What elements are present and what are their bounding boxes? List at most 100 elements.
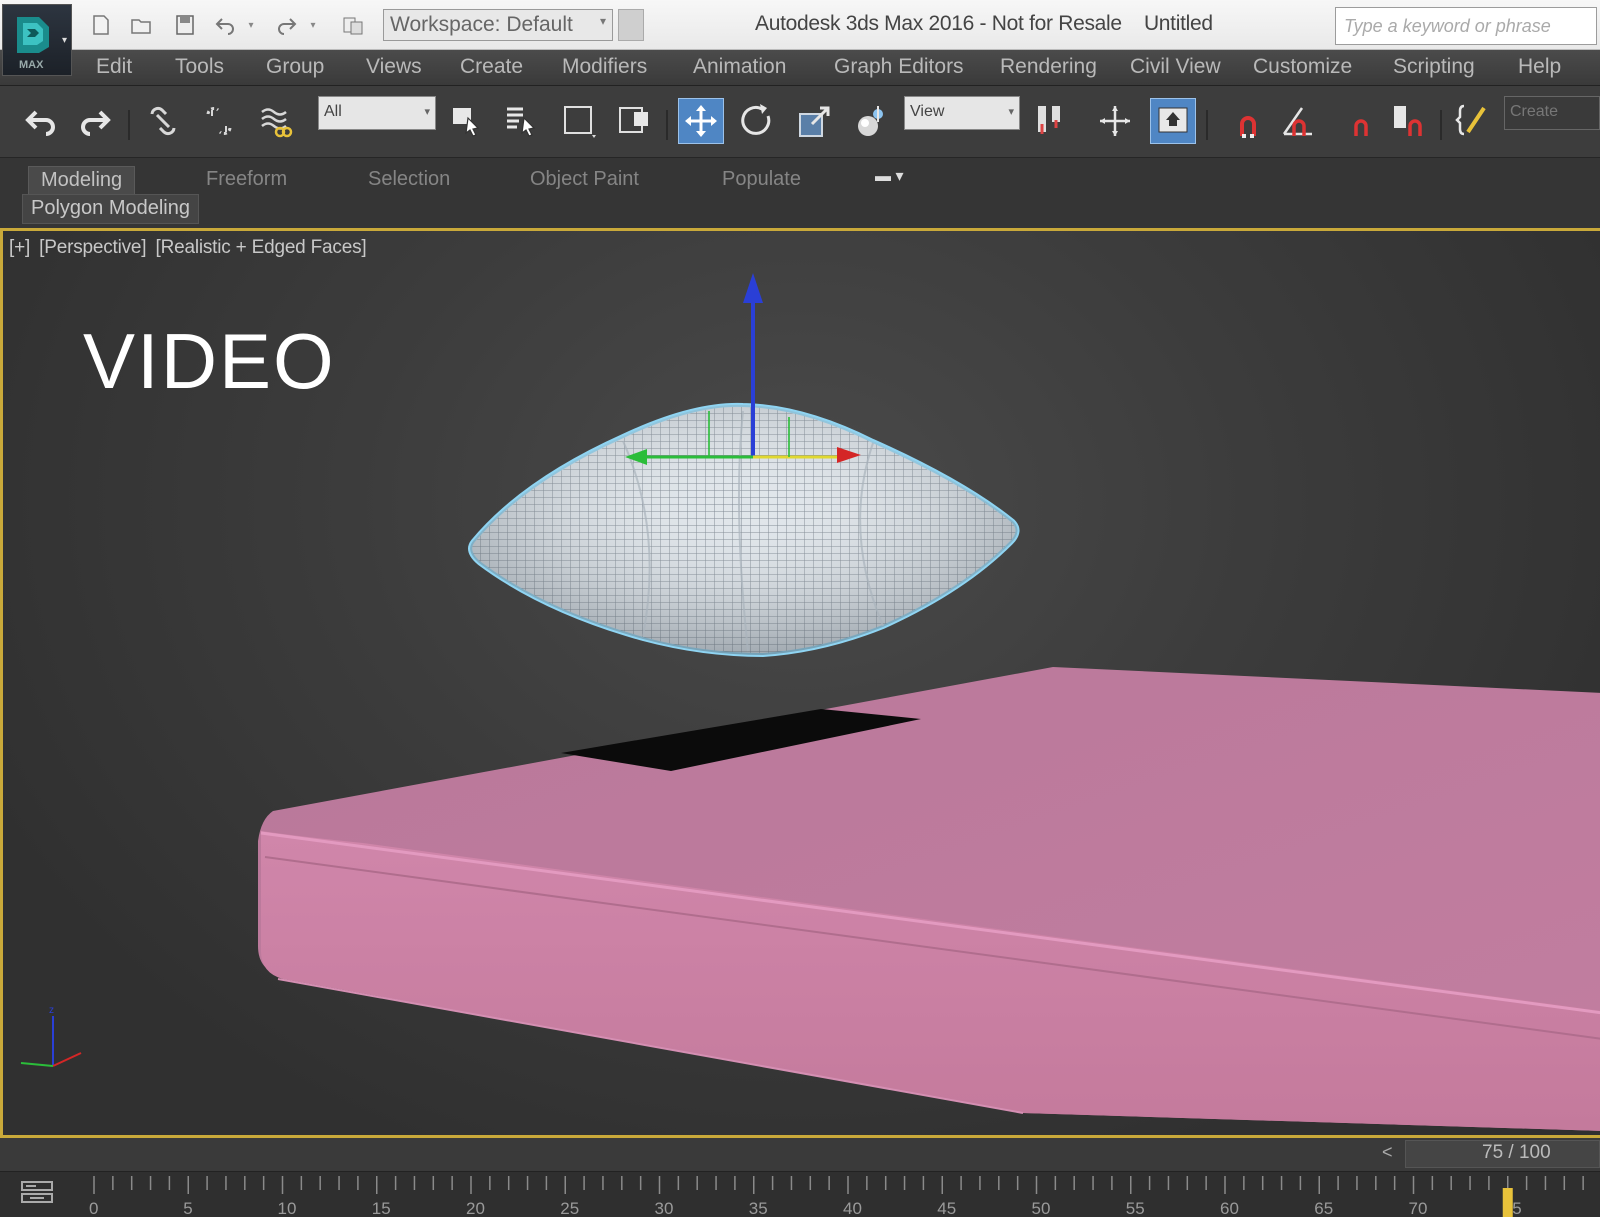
named-selection-set-input[interactable]: Create: [1504, 96, 1600, 130]
app-logo-button[interactable]: MAX ▾: [2, 4, 72, 76]
svg-text:z: z: [49, 1005, 54, 1016]
menu-create[interactable]: Create: [460, 55, 523, 79]
reference-coordinate-dropdown[interactable]: View ▾: [904, 96, 1020, 130]
menu-animation[interactable]: Animation: [693, 55, 786, 79]
ribbon-toggle-icon: ▬ ▾: [875, 168, 904, 185]
ruler-tick-label: 50: [1032, 1199, 1051, 1217]
ruler-tick-label: 55: [1126, 1199, 1145, 1217]
menu-civil-view[interactable]: Civil View: [1130, 55, 1221, 79]
window-crossing-icon[interactable]: [612, 98, 658, 144]
timeline: < 75 / 100 05101520253035404550556065707…: [0, 1138, 1600, 1217]
angle-snap-icon[interactable]: [1276, 98, 1322, 144]
link-icon[interactable]: [140, 98, 186, 144]
window-title: Autodesk 3ds Max 2016 - Not for Resale U…: [755, 12, 1213, 36]
ruler-tick-label: 70: [1409, 1199, 1428, 1217]
toolbar-separator: [1440, 110, 1442, 140]
toolbar-separator: [128, 110, 130, 140]
redo-dropdown-icon[interactable]: ▾: [306, 12, 320, 38]
menu-modifiers[interactable]: Modifiers: [562, 55, 647, 79]
snap-icon[interactable]: [1224, 98, 1270, 144]
edit-named-selection-icon[interactable]: [1450, 98, 1496, 144]
named-set-icon[interactable]: [1028, 98, 1074, 144]
search-input[interactable]: Type a keyword or phrase: [1335, 7, 1597, 45]
place-icon[interactable]: [848, 98, 894, 144]
keyboard-shortcut-icon[interactable]: [1150, 98, 1196, 144]
ruler-tick-label: 25: [560, 1199, 579, 1217]
ruler-tick-label: 15: [372, 1199, 391, 1217]
ribbon-display-toggle[interactable]: ▬ ▾: [875, 166, 915, 188]
select-object-icon[interactable]: [444, 98, 490, 144]
menu-customize[interactable]: Customize: [1253, 55, 1352, 79]
unlink-icon[interactable]: [196, 98, 242, 144]
menu-rendering[interactable]: Rendering: [1000, 55, 1097, 79]
undo-icon[interactable]: [212, 12, 238, 38]
menu-help[interactable]: Help: [1518, 55, 1561, 79]
bind-spacewarp-icon[interactable]: [252, 98, 298, 144]
ruler-ticks: [93, 1176, 1584, 1194]
ribbon-panel-polygon-modeling[interactable]: Polygon Modeling: [22, 194, 199, 224]
video-watermark: VIDEO: [83, 317, 336, 405]
ruler-tick-label: 65: [1314, 1199, 1333, 1217]
title-bar: ▾ ▾ Workspace: Default ▾ Autodesk 3ds Ma…: [0, 0, 1600, 50]
viewport-label[interactable]: [+] [Perspective] [Realistic + Edged Fac…: [9, 237, 370, 259]
menu-scripting[interactable]: Scripting: [1393, 55, 1475, 79]
ruler-tick-label: 60: [1220, 1199, 1239, 1217]
scale-icon[interactable]: [792, 98, 838, 144]
chevron-down-icon: ▾: [61, 35, 67, 46]
tab-populate[interactable]: Populate: [710, 166, 813, 196]
select-by-name-icon[interactable]: [498, 98, 544, 144]
menu-edit[interactable]: Edit: [96, 55, 132, 79]
perspective-viewport[interactable]: z [+] [Perspective] [Realistic + Edged F…: [0, 228, 1600, 1138]
save-icon[interactable]: [172, 12, 198, 38]
named-selection-set-value: Create: [1510, 103, 1559, 120]
viewport-menu-plus[interactable]: [+]: [9, 237, 30, 258]
pillow-object[interactable]: [468, 402, 1020, 658]
project-icon[interactable]: [340, 12, 366, 38]
rotate-icon[interactable]: [734, 98, 780, 144]
menu-group[interactable]: Group: [266, 55, 324, 79]
chevron-down-icon: ▾: [424, 106, 430, 118]
tab-object-paint[interactable]: Object Paint: [518, 166, 651, 196]
app-title: Autodesk 3ds Max 2016 - Not for Resale: [755, 12, 1122, 35]
time-slider-track[interactable]: [0, 1138, 1600, 1172]
pivot-icon[interactable]: [1092, 98, 1138, 144]
main-toolbar: All ▾ View ▾ 3 %: [0, 86, 1600, 205]
viewport-point-of-view[interactable]: [Perspective]: [39, 237, 146, 258]
open-mini-curve-editor-icon[interactable]: [20, 1178, 54, 1210]
percent-snap-icon[interactable]: [1336, 98, 1382, 144]
logo-text: MAX: [19, 59, 44, 71]
menu-tools[interactable]: Tools: [175, 55, 224, 79]
ruler-tick-label: 40: [843, 1199, 862, 1217]
viewport-shading[interactable]: [Realistic + Edged Faces]: [155, 237, 366, 258]
ribbon-tabs: Modeling Freeform Selection Object Paint…: [18, 162, 1600, 196]
tab-modeling[interactable]: Modeling: [28, 166, 136, 196]
undo-dropdown-icon[interactable]: ▾: [244, 12, 258, 38]
workspace-label: Workspace: Default: [390, 13, 573, 36]
tab-selection[interactable]: Selection: [356, 166, 462, 196]
move-icon[interactable]: [678, 98, 724, 144]
ruler-tick-label: 10: [278, 1199, 297, 1217]
box-object[interactable]: [258, 667, 1600, 1131]
time-slider-prev-icon[interactable]: <: [1382, 1142, 1393, 1163]
redo-icon[interactable]: [274, 12, 300, 38]
menu-graph-editors[interactable]: Graph Editors: [834, 55, 964, 79]
timeline-ruler[interactable]: 051015202530354045505560657075: [88, 1172, 1600, 1217]
selection-filter-dropdown[interactable]: All ▾: [318, 96, 436, 130]
open-icon[interactable]: [128, 12, 154, 38]
current-frame-marker[interactable]: [1502, 1188, 1513, 1217]
tab-freeform[interactable]: Freeform: [194, 166, 299, 196]
workspace-menu-button[interactable]: [618, 9, 644, 41]
menu-views[interactable]: Views: [366, 55, 422, 79]
reference-coordinate-value: View: [910, 103, 945, 120]
workspace-dropdown[interactable]: Workspace: Default ▾: [383, 9, 613, 41]
document-title: Untitled: [1143, 12, 1213, 35]
new-icon[interactable]: [88, 12, 114, 38]
redo-icon[interactable]: [72, 98, 118, 144]
undo-icon[interactable]: [18, 98, 64, 144]
chevron-down-icon: ▾: [1008, 106, 1014, 118]
world-axis-icon: z: [20, 1005, 82, 1067]
rectangular-region-icon[interactable]: [556, 98, 602, 144]
max-logo-icon: [17, 17, 49, 53]
ruler-tick-label: 35: [749, 1199, 768, 1217]
spinner-snap-icon[interactable]: [1386, 98, 1432, 144]
